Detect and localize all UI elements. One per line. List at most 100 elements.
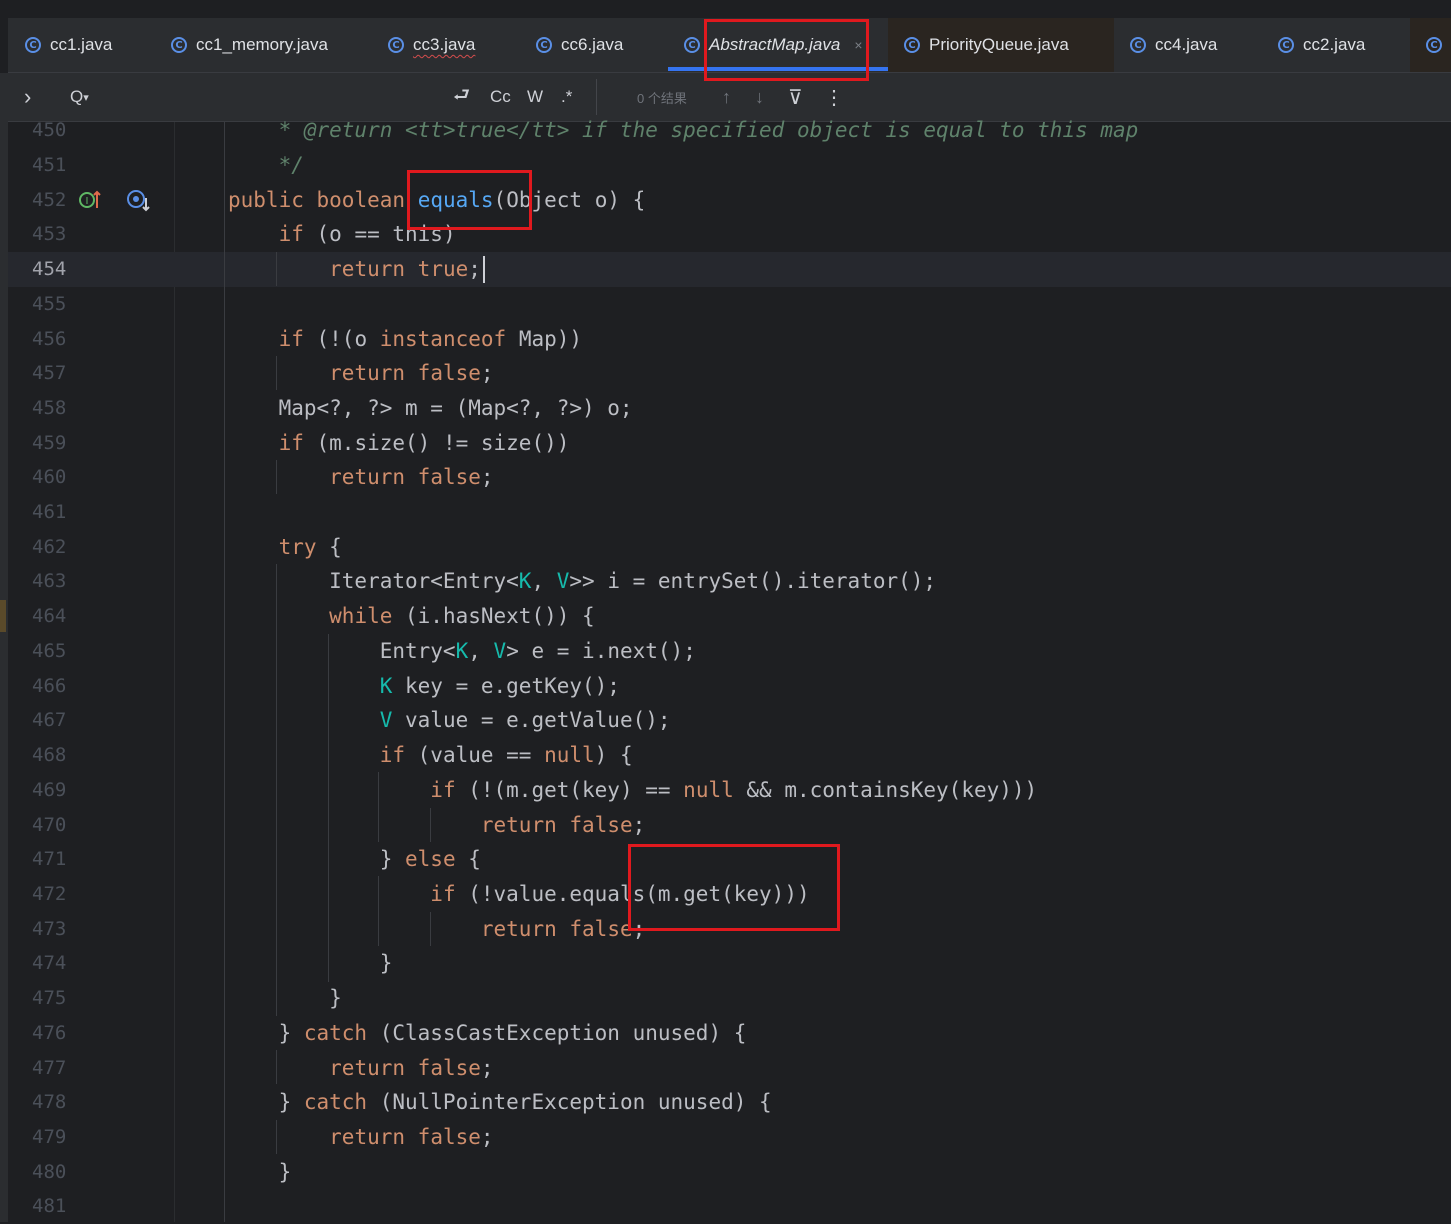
code-line[interactable]: return false; [228, 460, 493, 495]
line-number: 467 [32, 709, 67, 731]
line-number: 456 [32, 328, 67, 350]
code-line[interactable]: return false; [228, 912, 645, 947]
code-line[interactable]: public boolean equals(Object o) { [228, 183, 645, 218]
editor-tab-bar: C cc1.java C cc1_memory.java C cc3.java … [8, 18, 1451, 73]
tab-label: cc2.java [1303, 35, 1366, 54]
line-number: 479 [32, 1126, 67, 1148]
line-number: 458 [32, 397, 67, 419]
line-number: 462 [32, 536, 67, 558]
code-line[interactable]: return false; [228, 356, 493, 391]
tab-cc1[interactable]: C cc1.java [25, 18, 112, 72]
class-icon: C [388, 37, 404, 53]
line-number: 451 [32, 154, 67, 176]
tab-label: cc3.java [413, 35, 476, 54]
code-line[interactable]: * @return <tt>true</tt> if the specified… [228, 113, 1139, 148]
tool-window-strip [0, 73, 8, 1222]
line-number: 450 [32, 119, 67, 141]
active-tab-indicator [668, 67, 888, 71]
code-line[interactable]: } catch (ClassCastException unused) { [228, 1016, 747, 1051]
line-number: 475 [32, 987, 67, 1009]
line-number: 478 [32, 1091, 67, 1113]
line-number: 455 [32, 293, 67, 315]
line-number: 474 [32, 952, 67, 974]
tab-cc2[interactable]: C cc2.java [1278, 18, 1365, 72]
code-line[interactable]: } catch (NullPointerException unused) { [228, 1085, 772, 1120]
code-line[interactable]: return true; [228, 252, 481, 287]
line-number: 459 [32, 432, 67, 454]
tab-label: cc4.java [1155, 35, 1218, 54]
toolbar-divider [596, 79, 597, 115]
tab-label: cc6.java [561, 35, 624, 54]
code-line[interactable]: Iterator<Entry<K, V>> i = entrySet().ite… [228, 564, 936, 599]
search-icon[interactable]: Q ▾ [70, 73, 89, 121]
line-number: 470 [32, 814, 67, 836]
line-number: 471 [32, 848, 67, 870]
line-number: 453 [32, 223, 67, 245]
code-line[interactable]: Map<?, ?> m = (Map<?, ?>) o; [228, 391, 633, 426]
window-top-strip [0, 0, 1451, 18]
code-line[interactable]: if (!value.equals(m.get(key))) [228, 877, 809, 912]
code-line[interactable]: K key = e.getKey(); [228, 669, 620, 704]
code-line[interactable]: while (i.hasNext()) { [228, 599, 595, 634]
svg-text:I: I [86, 196, 89, 207]
code-line[interactable]: if (m.size() != size()) [228, 426, 570, 461]
code-line[interactable]: */ [228, 148, 304, 183]
code-line[interactable]: if (!(m.get(key) == null && m.containsKe… [228, 773, 1037, 808]
code-line[interactable]: if (value == null) { [228, 738, 633, 773]
indent-guide [224, 122, 225, 1222]
code-line[interactable]: if (!(o instanceof Map)) [228, 322, 582, 357]
class-icon: C [684, 37, 700, 53]
line-number: 463 [32, 570, 67, 592]
line-number: 476 [32, 1022, 67, 1044]
close-tab-icon[interactable]: × [854, 37, 862, 53]
tab-priorityqueue[interactable]: C PriorityQueue.java [888, 18, 1114, 72]
code-line[interactable]: } else { [228, 842, 481, 877]
tab-cc4[interactable]: C cc4.java [1130, 18, 1217, 72]
expand-chevron-icon[interactable]: › [24, 73, 31, 121]
line-number: 477 [32, 1057, 67, 1079]
line-number: 454 [32, 258, 67, 280]
tab-label: cc1.java [50, 35, 113, 54]
code-line[interactable]: return false; [228, 1120, 493, 1155]
code-line[interactable]: } [228, 946, 393, 981]
line-number: 469 [32, 779, 67, 801]
class-icon: C [1426, 37, 1442, 53]
class-icon: C [1278, 37, 1294, 53]
code-line[interactable]: return false; [228, 1051, 493, 1086]
line-number: 481 [32, 1195, 67, 1217]
line-number: 461 [32, 501, 67, 523]
line-number: 460 [32, 466, 67, 488]
line-number: 473 [32, 918, 67, 940]
overridden-marker-icon[interactable] [126, 188, 152, 216]
search-glyph: Q [70, 87, 84, 106]
line-number: 472 [32, 883, 67, 905]
class-icon: C [25, 37, 41, 53]
line-number: 464 [32, 605, 67, 627]
code-line[interactable]: } [228, 1155, 292, 1190]
line-number: 468 [32, 744, 67, 766]
class-icon: C [536, 37, 552, 53]
code-line[interactable]: V value = e.getValue(); [228, 703, 671, 738]
tab-cc3[interactable]: C cc3.java [388, 18, 475, 72]
tab-abstractmap[interactable]: C AbstractMap.java × [668, 18, 888, 72]
code-line[interactable]: } [228, 981, 342, 1016]
tab-cc1-memory[interactable]: C cc1_memory.java [171, 18, 328, 72]
code-line[interactable]: try { [228, 530, 342, 565]
line-number: 452 [32, 189, 67, 211]
line-number: 457 [32, 362, 67, 384]
change-marker [0, 600, 6, 632]
text-caret [483, 256, 485, 283]
class-icon: C [1130, 37, 1146, 53]
class-icon: C [904, 37, 920, 53]
line-number: 480 [32, 1161, 67, 1183]
code-line[interactable]: if (o == this) [228, 217, 456, 252]
tab-label: AbstractMap.java [709, 35, 841, 54]
tab-overflow[interactable]: C [1410, 18, 1451, 72]
code-line[interactable]: Entry<K, V> e = i.next(); [228, 634, 696, 669]
tab-cc6[interactable]: C cc6.java [536, 18, 623, 72]
tab-label: PriorityQueue.java [929, 35, 1069, 54]
code-line[interactable]: return false; [228, 808, 645, 843]
line-number: 466 [32, 675, 67, 697]
implements-marker-icon[interactable]: I [78, 188, 102, 216]
line-number: 465 [32, 640, 67, 662]
